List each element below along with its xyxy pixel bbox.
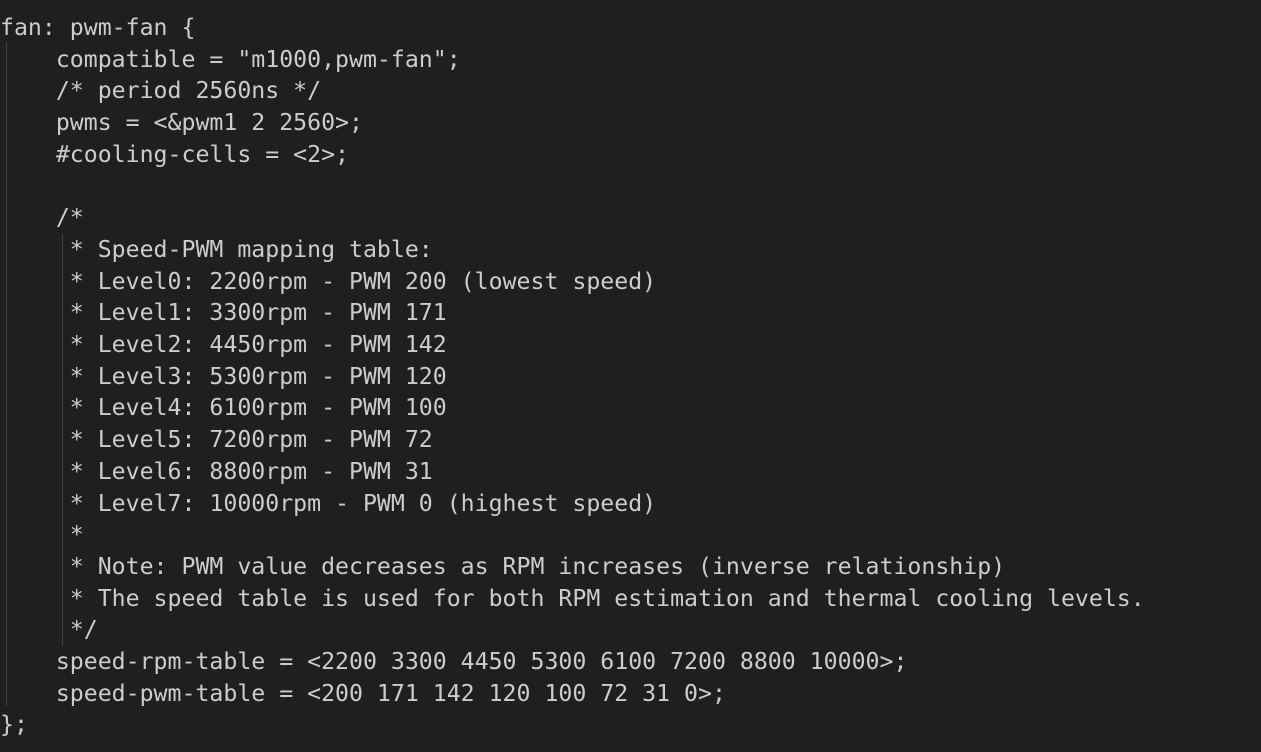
code-line-11[interactable]: * Level2: 4450rpm - PWM 142 bbox=[0, 329, 447, 361]
code-line-7[interactable]: /* bbox=[0, 202, 84, 234]
code-line-23[interactable]: }; bbox=[0, 709, 28, 741]
code-line-20[interactable]: */ bbox=[0, 614, 98, 646]
code-line-15[interactable]: * Level6: 8800rpm - PWM 31 bbox=[0, 456, 433, 488]
code-editor[interactable]: fan: pwm-fan { compatible = "m1000,pwm-f… bbox=[0, 12, 1261, 752]
code-line-17[interactable]: * bbox=[0, 519, 84, 551]
code-line-10[interactable]: * Level1: 3300rpm - PWM 171 bbox=[0, 297, 447, 329]
code-line-13[interactable]: * Level4: 6100rpm - PWM 100 bbox=[0, 392, 447, 424]
code-line-9[interactable]: * Level0: 2200rpm - PWM 200 (lowest spee… bbox=[0, 266, 656, 298]
code-line-14[interactable]: * Level5: 7200rpm - PWM 72 bbox=[0, 424, 433, 456]
code-line-21[interactable]: speed-rpm-table = <2200 3300 4450 5300 6… bbox=[0, 646, 908, 678]
code-line-1[interactable]: fan: pwm-fan { bbox=[0, 12, 195, 44]
code-line-22[interactable]: speed-pwm-table = <200 171 142 120 100 7… bbox=[0, 678, 726, 710]
code-line-19[interactable]: * The speed table is used for both RPM e… bbox=[0, 583, 1145, 615]
code-line-18[interactable]: * Note: PWM value decreases as RPM incre… bbox=[0, 551, 1005, 583]
code-line-2[interactable]: compatible = "m1000,pwm-fan"; bbox=[0, 44, 461, 76]
code-line-5[interactable]: #cooling-cells = <2>; bbox=[0, 139, 349, 171]
code-line-8[interactable]: * Speed-PWM mapping table: bbox=[0, 234, 433, 266]
code-line-3[interactable]: /* period 2560ns */ bbox=[0, 75, 321, 107]
code-line-4[interactable]: pwms = <&pwm1 2 2560>; bbox=[0, 107, 363, 139]
code-line-12[interactable]: * Level3: 5300rpm - PWM 120 bbox=[0, 361, 447, 393]
code-line-16[interactable]: * Level7: 10000rpm - PWM 0 (highest spee… bbox=[0, 488, 656, 520]
